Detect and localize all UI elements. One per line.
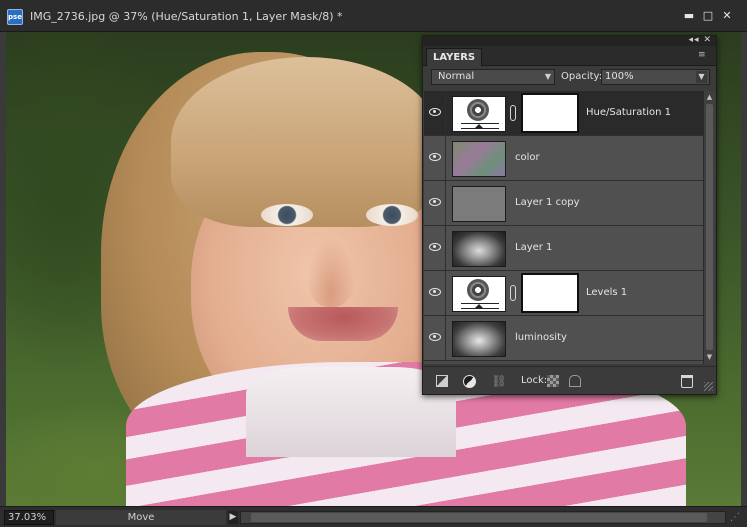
scroll-thumb[interactable] xyxy=(706,104,713,350)
lock-icon[interactable] xyxy=(569,375,581,387)
layer-thumbnail xyxy=(452,321,506,357)
layer-row[interactable]: Layer 1 xyxy=(424,226,703,271)
app-icon: pse xyxy=(7,9,23,25)
trash-icon[interactable] xyxy=(681,375,693,388)
collapse-panel-icon[interactable]: ◂◂ xyxy=(689,35,700,45)
scroll-down-icon[interactable]: ▼ xyxy=(704,352,715,363)
layer-name: luminosity xyxy=(515,332,567,343)
layers-panel-footer: ⛓ Lock: xyxy=(423,366,716,394)
eye-icon xyxy=(429,288,441,296)
layer-name: Layer 1 xyxy=(515,242,553,253)
visibility-toggle[interactable] xyxy=(424,181,446,225)
visibility-toggle[interactable] xyxy=(424,316,446,360)
document-titlebar: pse IMG_2736.jpg @ 37% (Hue/Saturation 1… xyxy=(0,0,747,32)
link-layers-icon[interactable]: ⛓ xyxy=(491,373,507,389)
lock-transparency-icon[interactable] xyxy=(547,375,559,387)
photo-bangs xyxy=(171,57,441,227)
visibility-toggle[interactable] xyxy=(424,91,446,135)
layer-thumbnail xyxy=(452,231,506,267)
panel-resize-grip[interactable] xyxy=(704,382,713,391)
layer-thumbnail xyxy=(452,186,506,222)
gear-icon xyxy=(467,279,489,301)
layer-row[interactable]: Levels 1 xyxy=(424,271,703,316)
tab-layers[interactable]: LAYERS xyxy=(426,48,483,66)
minimize-button[interactable]: ▬ xyxy=(682,9,696,23)
layers-scrollbar[interactable]: ▲ ▼ xyxy=(703,91,715,364)
eye-icon xyxy=(429,108,441,116)
status-bar: 37.03% Move ▶ ⋰ xyxy=(0,506,747,527)
eye-icon xyxy=(429,198,441,206)
blend-mode-dropdown[interactable]: Normal ▼ xyxy=(431,69,555,85)
visibility-toggle[interactable] xyxy=(424,271,446,315)
photo-mouth xyxy=(288,307,398,341)
layer-name: Levels 1 xyxy=(586,287,628,298)
layer-mask-thumbnail[interactable] xyxy=(521,93,579,133)
layer-row[interactable]: Hue/Saturation 1 xyxy=(424,91,703,136)
current-tool-readout: Move xyxy=(56,510,226,525)
eye-icon xyxy=(429,153,441,161)
panel-tab-row: LAYERS ≡ xyxy=(423,46,716,66)
layer-name: Hue/Saturation 1 xyxy=(586,107,672,118)
layer-row[interactable]: luminosity xyxy=(424,316,703,361)
maximize-button[interactable]: □ xyxy=(701,9,715,23)
photo-left-eye xyxy=(261,204,313,226)
layer-thumbnail xyxy=(452,141,506,177)
new-layer-icon[interactable] xyxy=(436,375,448,387)
layer-name: Layer 1 copy xyxy=(515,197,580,208)
link-icon[interactable] xyxy=(510,285,516,301)
horizontal-scroll-thumb[interactable] xyxy=(251,513,707,522)
link-icon[interactable] xyxy=(510,105,516,121)
layer-name: color xyxy=(515,152,540,163)
photo-nose xyxy=(306,237,356,307)
status-menu-arrow-icon[interactable]: ▶ xyxy=(228,511,238,524)
visibility-toggle[interactable] xyxy=(424,136,446,180)
eye-icon xyxy=(429,243,441,251)
panel-menu-icon[interactable]: ≡ xyxy=(698,50,710,60)
visibility-toggle[interactable] xyxy=(424,226,446,270)
document-title: IMG_2736.jpg @ 37% (Hue/Saturation 1, La… xyxy=(30,10,343,23)
opacity-value: 100% xyxy=(605,71,634,82)
adjustment-layer-thumbnail xyxy=(452,276,506,312)
gear-icon xyxy=(467,99,489,121)
opacity-label: Opacity: xyxy=(561,71,603,82)
photo-right-eye xyxy=(366,204,418,226)
close-button[interactable]: ✕ xyxy=(720,9,734,23)
chevron-down-icon: ▼ xyxy=(544,72,551,81)
layers-panel: ◂◂ ✕ LAYERS ≡ Normal ▼ Opacity: 100% ▼ H… xyxy=(422,35,717,395)
panel-top-strip: ◂◂ ✕ xyxy=(423,35,716,46)
eye-icon xyxy=(429,333,441,341)
layer-row[interactable]: Layer 1 copy xyxy=(424,181,703,226)
zoom-field[interactable]: 37.03% xyxy=(4,510,54,525)
close-panel-icon[interactable]: ✕ xyxy=(703,35,712,45)
window-resize-grip[interactable]: ⋰ xyxy=(730,512,742,524)
scroll-up-icon[interactable]: ▲ xyxy=(704,92,715,103)
lock-label: Lock: xyxy=(521,375,548,386)
opacity-dropdown-icon[interactable]: ▼ xyxy=(696,71,707,83)
horizontal-scrollbar[interactable] xyxy=(240,511,726,524)
opacity-field[interactable]: 100% ▼ xyxy=(601,69,710,85)
layer-mask-thumbnail[interactable] xyxy=(521,273,579,313)
layer-row[interactable]: color xyxy=(424,136,703,181)
blend-mode-value: Normal xyxy=(438,71,475,82)
adjustment-layer-icon[interactable] xyxy=(463,375,476,388)
layer-list: Hue/Saturation 1 color Layer 1 copy Laye… xyxy=(424,91,703,364)
adjustment-layer-thumbnail xyxy=(452,96,506,132)
